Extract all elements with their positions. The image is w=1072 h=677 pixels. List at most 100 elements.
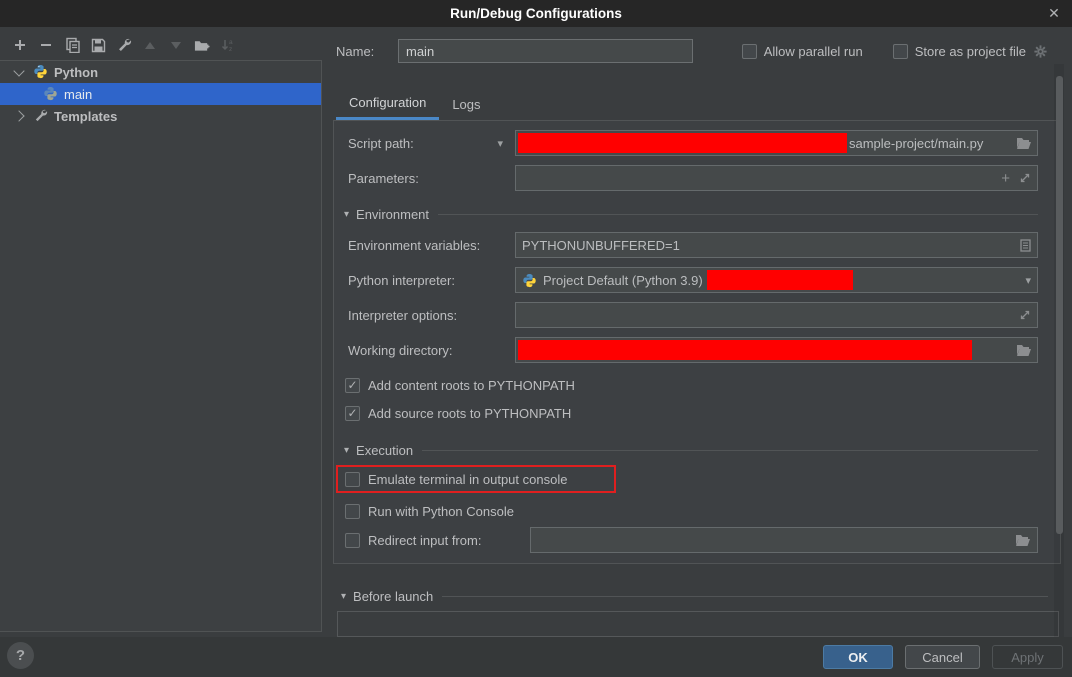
run-debug-configurations-dialog: Run/Debug Configurations ✕ az: [0, 0, 1072, 677]
add-source-roots-checkbox[interactable]: ✓: [345, 406, 360, 421]
copy-icon[interactable]: [64, 37, 80, 53]
expand-field-icon[interactable]: [1019, 172, 1031, 184]
add-content-roots-label: Add content roots to PYTHONPATH: [368, 378, 575, 393]
edit-variables-icon[interactable]: [1020, 239, 1031, 252]
run-with-python-console-row: Run with Python Console: [345, 502, 514, 520]
tree-item-label: main: [64, 87, 92, 102]
store-as-project-file-checkbox[interactable]: [893, 44, 908, 59]
tab-configuration[interactable]: Configuration: [336, 88, 439, 120]
add-icon[interactable]: [12, 37, 28, 53]
allow-parallel-run-checkbox[interactable]: [742, 44, 757, 59]
redirect-input-label: Redirect input from:: [368, 533, 530, 548]
run-with-python-console-label: Run with Python Console: [368, 504, 514, 519]
before-launch-section-header[interactable]: ▾ Before launch: [341, 588, 1048, 604]
configurations-toolbar: az: [0, 30, 322, 60]
ok-button[interactable]: OK: [823, 645, 893, 669]
scrollbar-thumb[interactable]: [1056, 76, 1063, 534]
close-icon[interactable]: ✕: [1045, 4, 1063, 22]
script-path-dropdown-icon[interactable]: ▾: [497, 137, 503, 150]
working-directory-input[interactable]: [515, 337, 1038, 363]
python-interpreter-row: Python interpreter: Project Default (Pyt…: [348, 267, 1038, 293]
move-down-icon[interactable]: [168, 37, 184, 53]
parameters-input[interactable]: +: [515, 165, 1038, 191]
working-directory-row: Working directory:: [348, 337, 1038, 363]
name-row: Name: main Allow parallel run Store as p…: [336, 39, 1048, 63]
add-source-roots-label: Add source roots to PYTHONPATH: [368, 406, 571, 421]
store-as-project-file-label: Store as project file: [915, 44, 1026, 59]
script-path-input[interactable]: sample-project/main.py: [515, 130, 1038, 156]
python-icon: [33, 64, 49, 80]
interpreter-options-input[interactable]: [515, 302, 1038, 328]
tree-item-label: Python: [54, 65, 98, 80]
redirect-input-row: Redirect input from:: [345, 527, 1038, 553]
interpreter-options-row: Interpreter options:: [348, 302, 1038, 328]
environment-section-header[interactable]: ▾ Environment: [344, 206, 1038, 222]
name-label: Name:: [336, 44, 398, 59]
add-content-roots-checkbox[interactable]: ✓: [345, 378, 360, 393]
help-button[interactable]: ?: [7, 642, 34, 669]
cancel-button[interactable]: Cancel: [905, 645, 980, 669]
configurations-tree: Python main Templates: [0, 60, 322, 632]
tree-item-label: Templates: [54, 109, 117, 124]
section-collapse-icon: ▾: [344, 445, 349, 456]
new-folder-icon[interactable]: [194, 37, 210, 53]
python-icon: [522, 273, 537, 288]
chevron-down-icon[interactable]: [13, 65, 24, 76]
execution-section-header[interactable]: ▾ Execution: [344, 442, 1038, 458]
titlebar: Run/Debug Configurations ✕: [0, 0, 1072, 27]
python-interpreter-label: Python interpreter:: [348, 273, 515, 288]
tree-item-main-selected[interactable]: main: [0, 83, 321, 105]
script-path-row: Script path: ▾ sample-project/main.py: [348, 130, 1038, 156]
section-collapse-icon: ▾: [344, 209, 349, 220]
tab-logs[interactable]: Logs: [439, 88, 493, 120]
chevron-right-icon[interactable]: [13, 110, 24, 121]
move-up-icon[interactable]: [142, 37, 158, 53]
redirect-input-checkbox[interactable]: [345, 533, 360, 548]
folder-icon[interactable]: [1015, 534, 1031, 547]
add-content-roots-row: ✓ Add content roots to PYTHONPATH: [345, 376, 575, 394]
add-source-roots-row: ✓ Add source roots to PYTHONPATH: [345, 404, 571, 422]
name-input[interactable]: main: [398, 39, 693, 63]
allow-parallel-run-label: Allow parallel run: [764, 44, 863, 59]
section-collapse-icon: ▾: [341, 591, 346, 602]
working-directory-label: Working directory:: [348, 343, 515, 358]
folder-icon[interactable]: [1016, 344, 1032, 357]
edit-templates-wrench-icon[interactable]: [116, 37, 132, 53]
svg-text:z: z: [229, 46, 232, 53]
expand-field-icon[interactable]: [1019, 309, 1031, 321]
remove-icon[interactable]: [38, 37, 54, 53]
interpreter-options-label: Interpreter options:: [348, 308, 515, 323]
redaction-block: [518, 133, 847, 153]
before-launch-task-list[interactable]: [337, 611, 1059, 637]
apply-button[interactable]: Apply: [992, 645, 1063, 669]
redaction-block: [707, 270, 853, 290]
tree-item-python[interactable]: Python: [0, 61, 321, 83]
svg-text:a: a: [229, 39, 233, 46]
configuration-form: Script path: ▾ sample-project/main.py Pa…: [333, 120, 1061, 564]
tab-bar: Configuration Logs: [336, 88, 494, 120]
folder-icon[interactable]: [1016, 137, 1032, 150]
add-macro-icon[interactable]: +: [1001, 170, 1010, 187]
script-path-label: Script path: ▾: [348, 136, 515, 151]
parameters-row: Parameters: +: [348, 165, 1038, 191]
redaction-block: [518, 340, 972, 360]
save-icon[interactable]: [90, 37, 106, 53]
dialog-footer: OK Cancel Apply: [0, 637, 1072, 677]
dropdown-arrow-icon[interactable]: ▾: [1025, 274, 1031, 287]
emulate-terminal-highlight-box: Emulate terminal in output console: [336, 465, 616, 493]
emulate-terminal-label: Emulate terminal in output console: [368, 472, 567, 487]
dialog-title: Run/Debug Configurations: [450, 6, 622, 21]
python-icon: [43, 86, 59, 102]
emulate-terminal-checkbox[interactable]: [345, 472, 360, 487]
tree-item-templates[interactable]: Templates: [0, 105, 321, 127]
environment-variables-label: Environment variables:: [348, 238, 515, 253]
wrench-icon: [33, 108, 49, 124]
environment-variables-row: Environment variables: PYTHONUNBUFFERED=…: [348, 232, 1038, 258]
parameters-label: Parameters:: [348, 171, 515, 186]
environment-variables-input[interactable]: PYTHONUNBUFFERED=1: [515, 232, 1038, 258]
run-with-python-console-checkbox[interactable]: [345, 504, 360, 519]
python-interpreter-select[interactable]: Project Default (Python 3.9) ▾: [515, 267, 1038, 293]
redirect-input-input[interactable]: [530, 527, 1038, 553]
gear-icon[interactable]: [1033, 44, 1048, 59]
sort-alphabetically-icon[interactable]: az: [220, 37, 236, 53]
